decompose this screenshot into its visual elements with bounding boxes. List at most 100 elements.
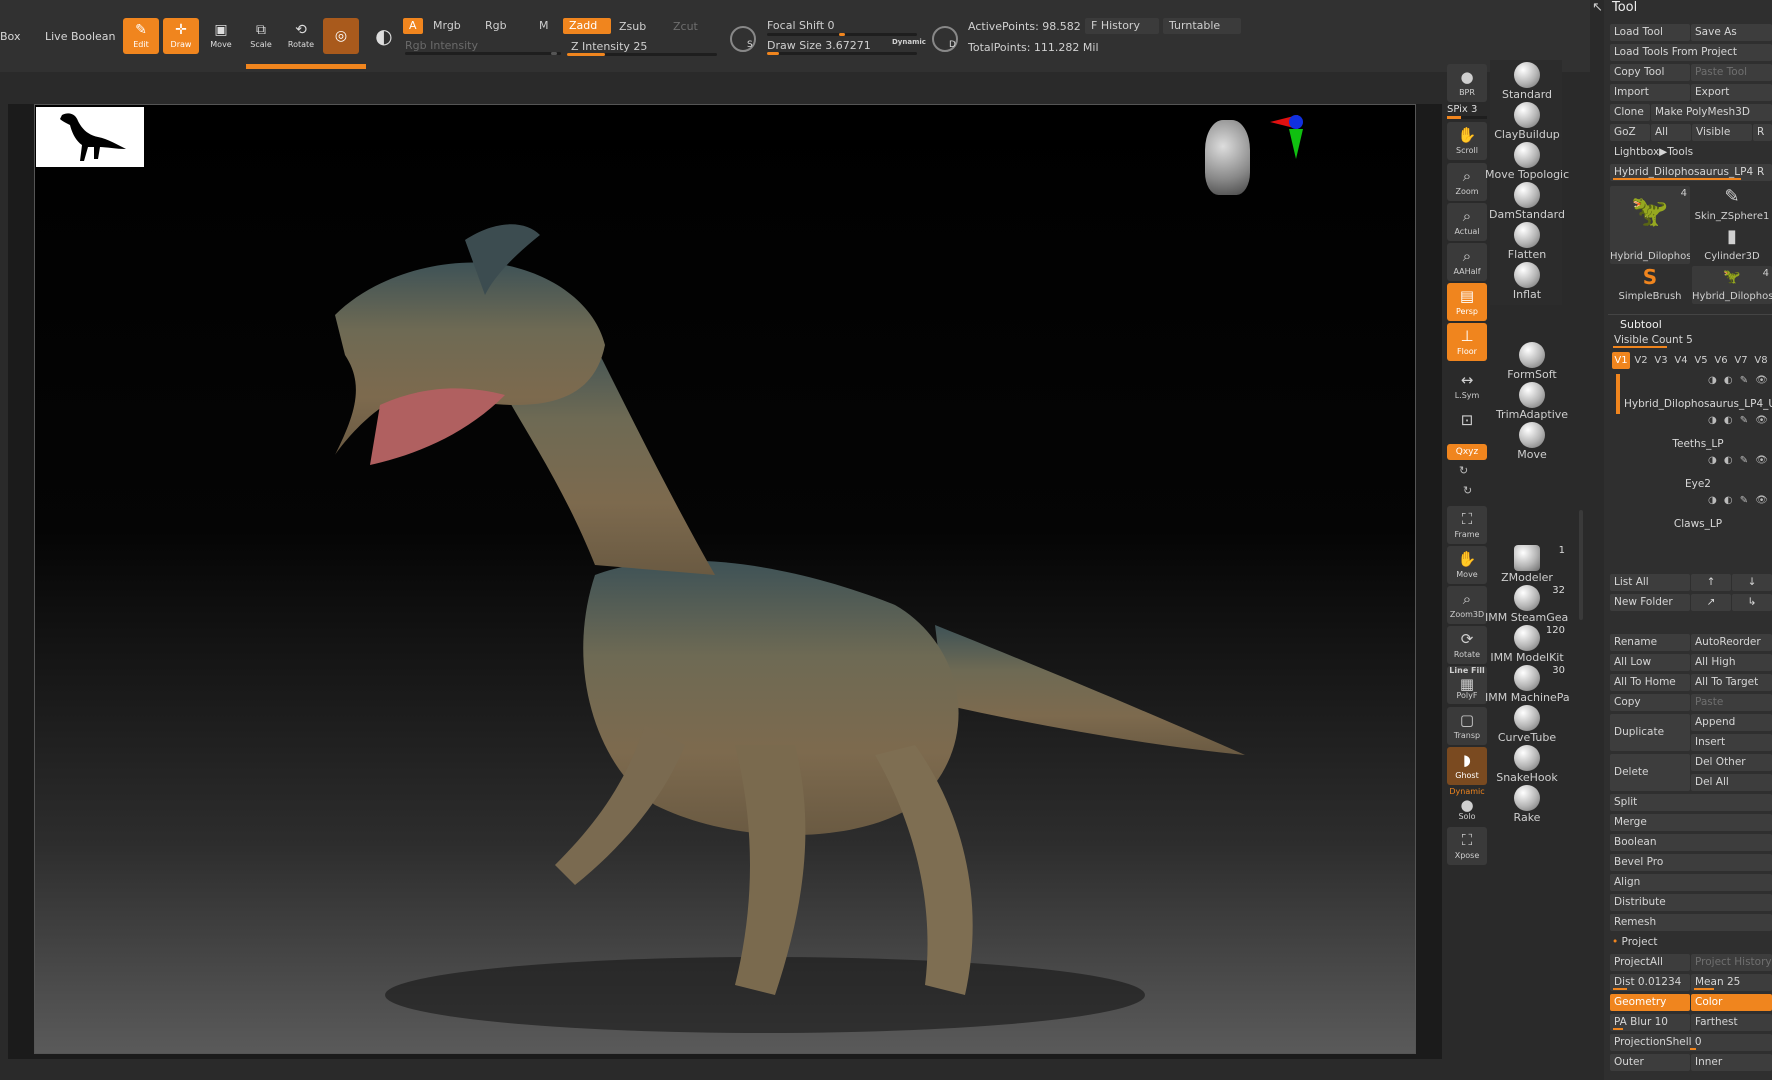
subtool-tab-v6[interactable]: V6 [1712, 352, 1730, 369]
align-section[interactable]: Align [1610, 874, 1772, 891]
zoom3d-button[interactable]: ⌕ Zoom3D [1447, 586, 1487, 624]
bevel-pro-section[interactable]: Bevel Pro [1610, 854, 1772, 871]
subtool-visibility-icon[interactable]: ◑ ◐ ✎ 👁 [1708, 375, 1770, 386]
rotate-button[interactable]: ⟲ Rotate [283, 18, 319, 54]
subtool-tab-v4[interactable]: V4 [1672, 352, 1690, 369]
brush-inflat[interactable]: Inflat [1485, 262, 1569, 301]
rgb-button[interactable]: Rgb [479, 18, 513, 34]
outer-toggle[interactable]: Outer [1610, 1054, 1690, 1071]
ghost-button[interactable]: ◗ Ghost [1447, 747, 1487, 785]
merge-section[interactable]: Merge [1610, 814, 1772, 831]
copy-tool-button[interactable]: Copy Tool [1610, 64, 1690, 81]
brush-flatten[interactable]: Flatten [1485, 222, 1569, 261]
brush-imm-modelkit[interactable]: 120 IMM ModelKit [1485, 625, 1569, 664]
boolean-section[interactable]: Boolean [1610, 834, 1772, 851]
solo-button[interactable]: Dynamic ● Solo [1447, 787, 1487, 825]
all-low-button[interactable]: All Low [1610, 654, 1690, 671]
subtool-visibility-icon[interactable]: ◑ ◐ ✎ 👁 [1708, 415, 1770, 426]
folder-arrow-icon[interactable]: ↗ [1691, 594, 1731, 611]
distribute-section[interactable]: Distribute [1610, 894, 1772, 911]
subtool-tab-v8[interactable]: V8 [1752, 352, 1770, 369]
brush-rake[interactable]: Rake [1485, 785, 1569, 824]
zoom-button[interactable]: ⌕ Zoom [1447, 163, 1487, 201]
dist-slider[interactable]: Dist 0.01234 [1610, 974, 1690, 991]
shelf-scrollbar[interactable] [1579, 510, 1583, 620]
persp-button[interactable]: ▤ Persp [1447, 283, 1487, 321]
document-canvas[interactable] [34, 104, 1416, 1054]
floor-button[interactable]: ⊥ Floor [1447, 323, 1487, 361]
a-channel-button[interactable]: A [403, 18, 423, 34]
subtool-tab-v2[interactable]: V2 [1632, 352, 1650, 369]
spix-slider[interactable]: SPix 3 [1447, 104, 1487, 119]
split-section[interactable]: Split [1610, 794, 1772, 811]
zcut-button[interactable]: Zcut [667, 19, 704, 35]
lsym-button[interactable]: ↔ L.Sym [1447, 367, 1487, 405]
focal-shift-slider[interactable] [767, 33, 917, 36]
brush-formsoft[interactable]: FormSoft [1490, 342, 1574, 381]
goz-visible-button[interactable]: Visible [1692, 124, 1752, 141]
subtool-tab-v1[interactable]: V1 [1612, 352, 1630, 369]
dynamic-toggle[interactable]: Dynamic [892, 38, 926, 46]
brush-imm-machinepart[interactable]: 30 IMM MachinePar [1485, 665, 1569, 704]
brush-standard[interactable]: Standard [1485, 62, 1569, 101]
mrgb-button[interactable]: Mrgb [427, 18, 467, 34]
aahalf-button[interactable]: ⌕ AAHalf [1447, 243, 1487, 281]
rename-button[interactable]: Rename [1610, 634, 1690, 651]
insert-button[interactable]: Insert [1691, 734, 1772, 751]
f-history-button[interactable]: F History [1085, 18, 1159, 34]
subtool-item-claws[interactable]: ◑ ◐ ✎ 👁 Claws_LP [1624, 492, 1772, 530]
m-button[interactable]: M [533, 18, 555, 34]
rotate-z-icon[interactable]: ↻ [1463, 484, 1472, 497]
project-section[interactable]: • Project [1608, 934, 1772, 951]
subtool-item-eye2[interactable]: ◑ ◐ ✎ 👁 Eye2 [1624, 452, 1772, 490]
head-gizmo[interactable] [1205, 120, 1250, 195]
tool-thumb-cylinder3d[interactable]: ▮ Cylinder3D [1692, 226, 1772, 264]
tool-thumb-simplebrush[interactable]: S SimpleBrush [1610, 266, 1690, 304]
texture-button[interactable]: ◐ [366, 18, 402, 54]
lightbox-tools-button[interactable]: Lightbox▶Tools [1610, 144, 1772, 161]
export-button[interactable]: Export [1691, 84, 1772, 101]
del-other-button[interactable]: Del Other [1691, 754, 1772, 771]
bpr-button[interactable]: ● BPR [1447, 64, 1487, 102]
rotate-view-button[interactable]: ⟳ Rotate [1447, 626, 1487, 664]
import-button[interactable]: Import [1610, 84, 1690, 101]
subtool-tab-v3[interactable]: V3 [1652, 352, 1670, 369]
make-polymesh3d-button[interactable]: Make PolyMesh3D [1651, 104, 1772, 121]
farthest-toggle[interactable]: Farthest [1691, 1014, 1772, 1031]
brush-claybuildup[interactable]: ClayBuildup [1485, 102, 1569, 141]
all-to-home-button[interactable]: All To Home [1610, 674, 1690, 691]
goz-all-button[interactable]: All [1651, 124, 1691, 141]
tool-pin-icon[interactable]: ↖ [1592, 0, 1603, 15]
draw-size-slider[interactable] [767, 52, 917, 55]
transp-button[interactable]: ▢ Transp [1447, 707, 1487, 745]
inner-toggle[interactable]: Inner [1691, 1054, 1772, 1071]
rgb-intensity-slider[interactable] [405, 52, 561, 55]
current-tool-slider[interactable]: Hybrid_Dilophosaurus_LP4_U [1610, 164, 1758, 181]
move-down-icon[interactable]: ↓ [1732, 574, 1772, 591]
rotate-y-icon[interactable]: ↻ [1459, 464, 1468, 477]
xyz-button[interactable]: Qxyz [1447, 444, 1487, 460]
goz-button[interactable]: GoZ [1610, 124, 1650, 141]
tool-thumb-hybrid[interactable]: 4 🦖 Hybrid_Dilophos [1610, 186, 1690, 264]
project-history-button[interactable]: Project History [1691, 954, 1772, 971]
brush-damstandard[interactable]: DamStandard [1485, 182, 1569, 221]
color-toggle[interactable]: Color [1691, 994, 1772, 1011]
z-intensity-slider[interactable] [567, 53, 717, 56]
subtool-visibility-icon[interactable]: ◑ ◐ ✎ 👁 [1708, 455, 1770, 466]
new-folder-button[interactable]: New Folder [1610, 594, 1690, 611]
goz-r-button[interactable]: R [1753, 124, 1772, 141]
brush-move[interactable]: Move [1490, 422, 1574, 461]
draw-button[interactable]: ✛ Draw [163, 18, 199, 54]
paste-tool-button[interactable]: Paste Tool [1691, 64, 1772, 81]
zsub-button[interactable]: Zsub [613, 19, 652, 35]
load-tool-button[interactable]: Load Tool [1610, 24, 1690, 41]
autoreorder-button[interactable]: AutoReorder [1691, 634, 1772, 651]
actual-button[interactable]: ⌕ Actual [1447, 203, 1487, 241]
material-button[interactable]: ◎ [323, 18, 359, 54]
load-tools-from-project-button[interactable]: Load Tools From Project [1610, 44, 1772, 61]
brush-zmodeler[interactable]: 1 ZModeler [1485, 545, 1569, 584]
paste-subtool-button[interactable]: Paste [1691, 694, 1772, 711]
brush-snakehook[interactable]: SnakeHook [1485, 745, 1569, 784]
clone-button[interactable]: Clone [1610, 104, 1650, 121]
move-view-button[interactable]: ✋ Move [1447, 546, 1487, 584]
